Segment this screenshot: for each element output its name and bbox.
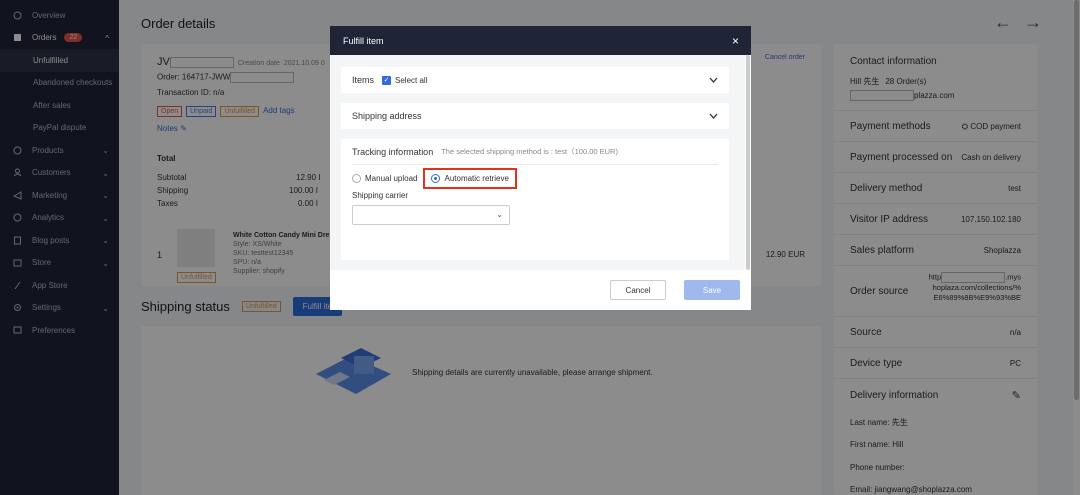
chevron-down-icon[interactable] bbox=[709, 75, 718, 85]
scrollbar-thumb[interactable] bbox=[746, 55, 750, 270]
chevron-down-icon[interactable] bbox=[709, 111, 718, 121]
shipping-address-label: Shipping address bbox=[352, 111, 422, 121]
select-all-label: Select all bbox=[395, 75, 428, 85]
manual-upload-label: Manual upload bbox=[365, 173, 418, 183]
shipping-carrier-label: Shipping carrier bbox=[352, 191, 409, 200]
automatic-retrieve-option[interactable]: Automatic retrieve bbox=[423, 167, 517, 189]
shipping-carrier-select[interactable]: ⌄ bbox=[352, 205, 510, 225]
manual-upload-radio[interactable] bbox=[352, 173, 361, 183]
close-icon[interactable]: × bbox=[732, 34, 739, 48]
dialog-title: Fulfill item bbox=[343, 35, 384, 46]
items-label: Items bbox=[352, 75, 375, 85]
tracking-info-section: Tracking information The selected shippin… bbox=[341, 139, 729, 260]
dialog-scrollbar[interactable] bbox=[745, 55, 751, 270]
automatic-retrieve-radio[interactable] bbox=[431, 173, 441, 183]
tracking-method-note: The selected shipping method is : test（1… bbox=[441, 147, 618, 156]
save-button[interactable]: Save bbox=[684, 280, 740, 300]
shipping-address-section[interactable]: Shipping address bbox=[341, 103, 729, 129]
automatic-retrieve-label: Automatic retrieve bbox=[444, 173, 509, 183]
tracking-info-title: Tracking information bbox=[352, 146, 434, 157]
cancel-button[interactable]: Cancel bbox=[610, 280, 666, 300]
select-all-checkbox[interactable]: ✓ bbox=[382, 75, 392, 85]
dialog-header: Fulfill item × bbox=[330, 26, 751, 55]
dialog-body: Items ✓ Select all Shipping address Tracki… bbox=[330, 55, 751, 270]
fulfill-item-dialog: Fulfill item × Items ✓ Select all Shipping… bbox=[330, 26, 751, 310]
dialog-footer: Cancel Save bbox=[330, 270, 751, 310]
manual-upload-option[interactable]: Manual upload bbox=[352, 173, 418, 183]
chevron-down-icon: ⌄ bbox=[496, 210, 503, 219]
items-section[interactable]: Items ✓ Select all bbox=[341, 67, 729, 93]
